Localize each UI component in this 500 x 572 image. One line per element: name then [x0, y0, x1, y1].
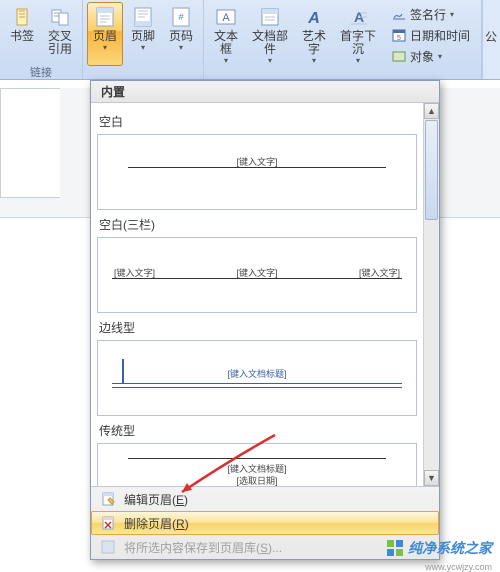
wordart-icon: A	[302, 5, 326, 29]
object-button[interactable]: 对象▾	[386, 46, 475, 66]
menu-label: 编辑页眉(E)	[124, 491, 188, 508]
quickparts-button[interactable]: 文档部件 ▾	[246, 2, 294, 66]
scroll-thumb[interactable]	[425, 120, 438, 220]
crossref-icon	[48, 5, 72, 29]
object-icon	[391, 48, 407, 64]
ribbon-cutoff: 公	[482, 0, 500, 79]
menu-label: 删除页眉(R)	[124, 515, 189, 532]
chevron-down-icon: ▾	[224, 57, 228, 65]
dropcap-icon: A	[346, 5, 370, 29]
ribbon-group-headerfooter: 页眉 ▾ 页脚 ▾ # 页码 ▾	[83, 0, 204, 79]
btn-label: 交叉 引用	[48, 30, 72, 56]
watermark-text: 纯净系统之家	[408, 538, 492, 558]
quickparts-icon	[258, 5, 282, 29]
remove-header-menuitem[interactable]: 删除页眉(R)	[91, 511, 439, 535]
save-icon	[100, 539, 116, 555]
text-mini-stack: 签名行▾ 5 日期和时间 对象▾	[384, 2, 475, 66]
wordart-button[interactable]: A 艺术字 ▾	[296, 2, 332, 66]
header-gallery-dropdown: 内置 空白 [键入文字] 空白(三栏) [键入文字] [键入文字] [键入文字]…	[90, 80, 440, 560]
edit-header-menuitem[interactable]: 编辑页眉(E)	[91, 487, 439, 511]
template-sideline[interactable]: [键入文档标题]	[97, 340, 417, 416]
crossref-button[interactable]: 交叉 引用	[42, 2, 78, 66]
svg-text:A: A	[307, 10, 320, 27]
header-button[interactable]: 页眉 ▾	[87, 2, 123, 66]
btn-label: 首字下沉	[335, 30, 381, 56]
template-title: 空白(三栏)	[99, 216, 417, 233]
header-icon	[93, 5, 117, 29]
template-blank-3col[interactable]: [键入文字] [键入文字] [键入文字]	[97, 237, 417, 313]
chevron-down-icon: ▾	[103, 44, 107, 52]
datetime-button[interactable]: 5 日期和时间	[386, 25, 475, 45]
chevron-down-icon: ▾	[268, 57, 272, 65]
scrollbar[interactable]: ▲ ▼	[423, 103, 439, 486]
gallery-scroll: 空白 [键入文字] 空白(三栏) [键入文字] [键入文字] [键入文字] 边线…	[91, 103, 439, 486]
template-traditional[interactable]: [键入文档标题] [选取日期]	[97, 443, 417, 486]
remove-icon	[100, 515, 116, 531]
textbox-button[interactable]: A 文本框 ▾	[208, 2, 244, 66]
btn-label: 页脚	[131, 30, 155, 43]
svg-text:#: #	[178, 12, 183, 22]
scroll-down-icon[interactable]: ▼	[424, 470, 439, 486]
template-title: 空白	[99, 113, 417, 130]
btn-label: 文档部件	[247, 30, 293, 56]
edit-icon	[100, 491, 116, 507]
calendar-icon: 5	[391, 27, 407, 43]
chevron-down-icon: ▾	[312, 57, 316, 65]
template-title: 传统型	[99, 422, 417, 439]
svg-text:5: 5	[397, 35, 401, 42]
chevron-down-icon: ▾	[356, 57, 360, 65]
watermark: 纯净系统之家	[386, 538, 492, 558]
pagenum-icon: #	[169, 5, 193, 29]
dropcap-button[interactable]: A 首字下沉 ▾	[334, 2, 382, 66]
textbox-icon: A	[214, 5, 238, 29]
bookmark-icon	[10, 5, 34, 29]
footer-icon	[131, 5, 155, 29]
menu-label: 将所选内容保存到页眉库(S)...	[124, 539, 282, 556]
btn-label: 文本框	[209, 30, 243, 56]
group-label: 链接	[4, 66, 78, 80]
template-blank[interactable]: [键入文字]	[97, 134, 417, 210]
btn-label: 艺术字	[297, 30, 331, 56]
page-edge	[0, 88, 60, 198]
btn-label: 页码	[169, 30, 193, 43]
watermark-logo-icon	[386, 539, 404, 557]
gallery-section-header: 内置	[91, 81, 439, 103]
ribbon-group-text: A 文本框 ▾ 文档部件 ▾ A 艺术字 ▾ A 首字下沉 ▾	[204, 0, 482, 79]
btn-label: 页眉	[93, 30, 117, 43]
chevron-down-icon: ▾	[141, 44, 145, 52]
svg-text:A: A	[222, 12, 230, 24]
pagenum-button[interactable]: # 页码 ▾	[163, 2, 199, 66]
template-title: 边线型	[99, 319, 417, 336]
signature-button[interactable]: 签名行▾	[386, 4, 475, 24]
scroll-up-icon[interactable]: ▲	[424, 103, 439, 119]
chevron-down-icon: ▾	[179, 44, 183, 52]
bookmark-button[interactable]: 书签	[4, 2, 40, 66]
footer-button[interactable]: 页脚 ▾	[125, 2, 161, 66]
signature-icon	[391, 6, 407, 22]
btn-label: 书签	[10, 30, 34, 43]
ribbon: 书签 交叉 引用 链接 页眉 ▾ 页脚 ▾ # 页码 ▾	[0, 0, 500, 80]
ribbon-group-links: 书签 交叉 引用 链接	[0, 0, 83, 79]
